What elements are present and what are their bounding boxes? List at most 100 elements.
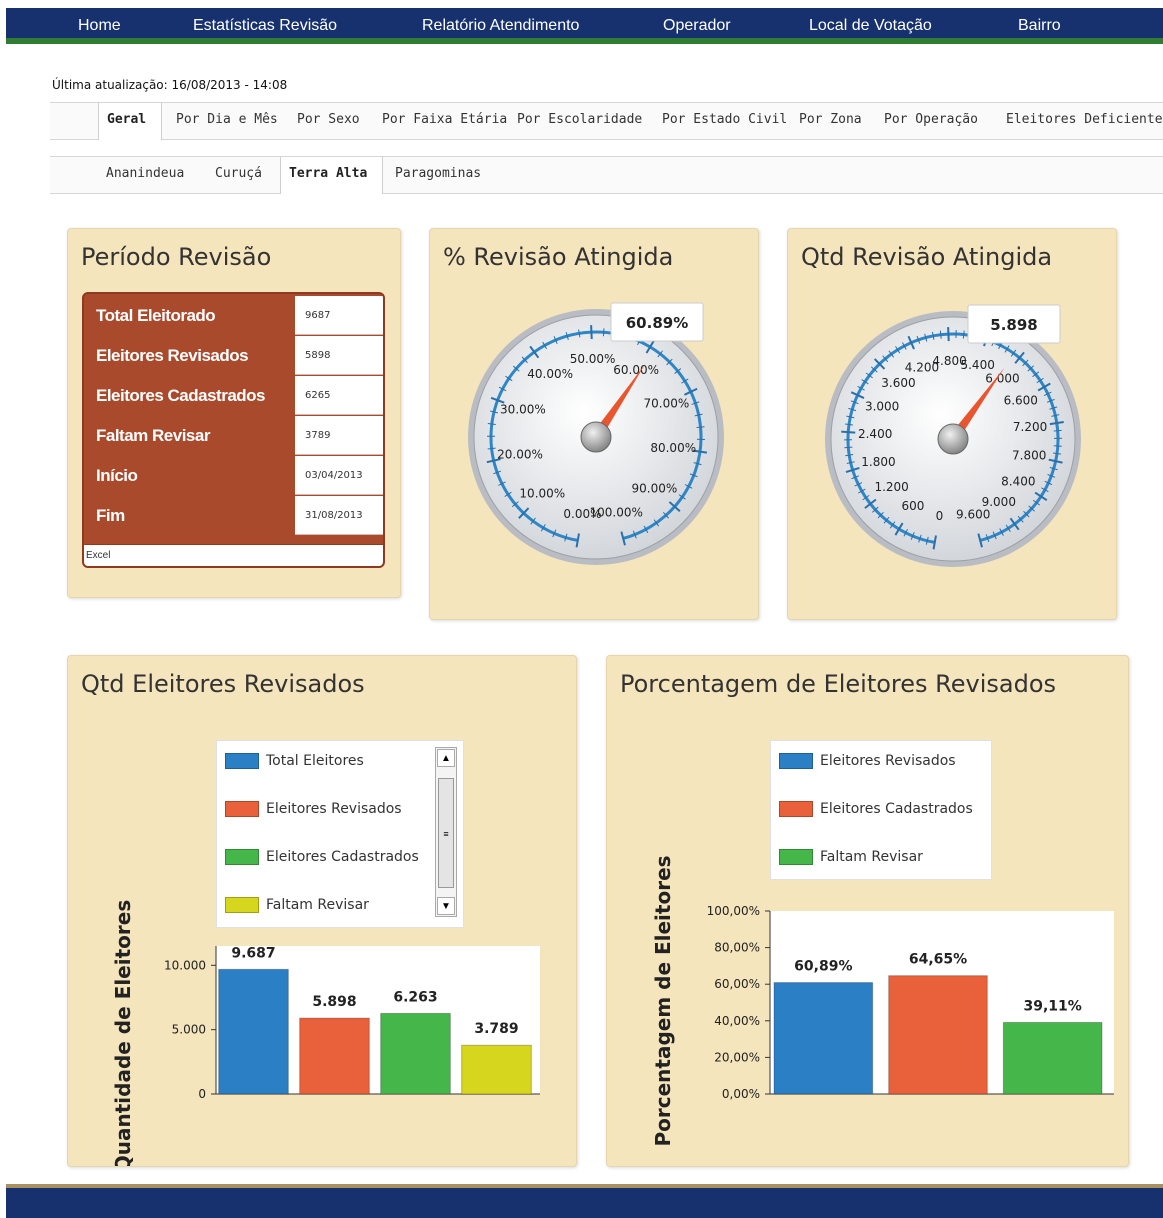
gauge-value-label: 5.898 xyxy=(990,316,1037,334)
gauge-tick-label: 3.000 xyxy=(865,399,899,413)
y-tick-label: 60,00% xyxy=(714,977,760,991)
y-tick-label: 100,00% xyxy=(707,904,760,918)
nav-home[interactable]: Home xyxy=(78,17,121,35)
bar xyxy=(888,975,988,1095)
footer-bar xyxy=(6,1184,1163,1218)
gauge-minor-tick xyxy=(1053,445,1062,447)
gauge-tick-label: 80.00% xyxy=(650,441,696,455)
qtd-revisao-panel: Qtd Revisão Atingida 0 600 1.200 1.800 2.400… xyxy=(787,228,1117,620)
gauge-tick-label: 100.00% xyxy=(589,505,642,519)
bar xyxy=(299,1017,370,1095)
bar xyxy=(380,1012,451,1095)
gauge-tick-label: 7.800 xyxy=(1012,448,1046,462)
y-tick-label: 0 xyxy=(198,1087,206,1101)
tab-por-faixa-etaria[interactable]: Por Faixa Etária xyxy=(374,103,515,139)
tab-por-sexo[interactable]: Por Sexo xyxy=(289,103,368,139)
gauge-tick-label: 8.400 xyxy=(1001,475,1035,489)
qtd-revisao-gauge: 06001.2001.8002.4003.0003.6004.2004.8005… xyxy=(825,304,1081,567)
bar-value-label: 9.687 xyxy=(231,945,275,961)
bar-value-label: 60,89% xyxy=(794,959,852,975)
tab-paragominas[interactable]: Paragominas xyxy=(387,157,489,193)
top-navbar: Home Estatísticas Revisão Relatório Aten… xyxy=(6,8,1163,44)
pct-eleitores-panel: Porcentagem de Eleitores Revisados Eleit… xyxy=(606,655,1129,1167)
y-axis-label: Porcentagem de Eleitores xyxy=(651,855,675,1146)
gauge-major-tick xyxy=(590,325,593,340)
tab-ananindeua[interactable]: Ananindeua xyxy=(98,157,192,193)
tab-por-dia-mes[interactable]: Por Dia e Mês xyxy=(168,103,286,139)
tab-por-zona[interactable]: Por Zona xyxy=(791,103,870,139)
gauge-value-label: 60.89% xyxy=(626,314,688,332)
tab-por-estado-civil[interactable]: Por Estado Civil xyxy=(654,103,795,139)
row-label: Total Eleitorado xyxy=(96,306,216,325)
y-tick-label: 5.000 xyxy=(172,1023,206,1037)
gauge-knob xyxy=(937,423,969,455)
y-tick-label: 40,00% xyxy=(714,1014,760,1028)
gauge-tick-label: 30.00% xyxy=(500,403,546,417)
periodo-revisao-table: Total Eleitorado 9687 Eleitores Revisado… xyxy=(82,292,385,568)
gauge-tick-label: 7.200 xyxy=(1013,420,1047,434)
bar-value-label: 5.898 xyxy=(312,994,356,1010)
row-value: 31/08/2013 xyxy=(295,496,383,535)
row-label: Eleitores Revisados xyxy=(96,346,249,365)
gauge-tick-label: 5.400 xyxy=(960,358,994,372)
bar xyxy=(773,982,874,1095)
tab-por-escolaridade[interactable]: Por Escolaridade xyxy=(509,103,650,139)
row-value: 3789 xyxy=(295,416,383,455)
nav-operador[interactable]: Operador xyxy=(663,17,731,35)
gauge-major-tick xyxy=(947,327,950,342)
pct-revisao-panel: % Revisão Atingida 0.00% 10.00% 20.00% 30.0… xyxy=(429,228,759,620)
y-tick-label: 80,00% xyxy=(714,941,760,955)
table-row: Faltam Revisar 3789 xyxy=(84,416,383,456)
periodo-revisao-title: Período Revisão xyxy=(81,243,272,271)
gauge-tick-label: 6.600 xyxy=(1004,393,1038,407)
periodo-revisao-panel: Período Revisão Total Eleitorado 9687 El… xyxy=(67,228,401,598)
bar xyxy=(218,968,289,1095)
gauge-knob xyxy=(580,421,612,453)
tab-eleitores-deficientes[interactable]: Eleitores Deficientes xyxy=(998,103,1163,139)
table-row: Fim 31/08/2013 xyxy=(84,496,383,536)
table-row: Eleitores Revisados 5898 xyxy=(84,336,383,376)
bar xyxy=(461,1044,532,1095)
gauge-tick-label: 20.00% xyxy=(497,448,543,462)
row-value: 03/04/2013 xyxy=(295,456,383,495)
y-tick-label: 20,00% xyxy=(714,1050,760,1064)
bar xyxy=(1002,1021,1103,1095)
gauge-tick-label: 1.800 xyxy=(861,455,895,469)
bar-value-label: 64,65% xyxy=(909,952,967,968)
tab-geral[interactable]: Geral xyxy=(98,103,162,140)
tab-curuca[interactable]: Curuçá xyxy=(207,157,270,193)
nav-bairro[interactable]: Bairro xyxy=(1018,17,1061,35)
table-row: Início 03/04/2013 xyxy=(84,456,383,496)
nav-relatorio-atendimento[interactable]: Relatório Atendimento xyxy=(422,17,579,35)
nav-estatisticas-revisao[interactable]: Estatísticas Revisão xyxy=(193,17,337,35)
gauge-tick-label: 0 xyxy=(936,509,944,523)
gauge-minor-tick xyxy=(844,446,853,449)
pct-revisao-gauge: 0.00%10.00%20.00%30.00%40.00%50.00%60.00… xyxy=(468,302,724,565)
bar-value-label: 3.789 xyxy=(474,1021,518,1037)
nav-local-votacao[interactable]: Local de Votação xyxy=(809,17,932,35)
table-row: Total Eleitorado 9687 xyxy=(84,296,383,336)
row-label: Eleitores Cadastrados xyxy=(96,386,266,405)
bar-value-label: 6.263 xyxy=(393,989,437,1005)
main-tabs: Geral Por Dia e Mês Por Sexo Por Faixa E… xyxy=(50,102,1163,140)
gauge-tick-label: 1.200 xyxy=(874,480,908,494)
row-label: Fim xyxy=(96,506,125,525)
y-axis-label: Quantidade de Eleitores xyxy=(111,900,135,1166)
city-tabs: Ananindeua Curuçá Terra Alta Paragominas xyxy=(50,156,1163,194)
row-value: 9687 xyxy=(295,296,383,335)
table-row: Eleitores Cadastrados 6265 xyxy=(84,376,383,416)
row-label: Faltam Revisar xyxy=(96,426,210,445)
gauge-tick-label: 50.00% xyxy=(570,352,616,366)
gauge-tick-label: 3.600 xyxy=(881,376,915,390)
bar-value-label: 39,11% xyxy=(1024,998,1082,1014)
qtd-eleitores-panel: Qtd Eleitores Revisados Total Eleitores … xyxy=(67,655,577,1167)
y-tick-label: 0,00% xyxy=(722,1087,760,1101)
gauge-tick-label: 40.00% xyxy=(527,367,573,381)
tab-terra-alta[interactable]: Terra Alta xyxy=(280,157,383,194)
last-update-text: Última atualização: 16/08/2013 - 14:08 xyxy=(52,78,288,92)
gauge-major-tick xyxy=(841,430,856,434)
tab-por-operacao[interactable]: Por Operação xyxy=(876,103,986,139)
gauge-tick-label: 60.00% xyxy=(613,363,659,377)
row-value: 6265 xyxy=(295,376,383,415)
excel-export-link[interactable]: Excel xyxy=(84,544,383,566)
